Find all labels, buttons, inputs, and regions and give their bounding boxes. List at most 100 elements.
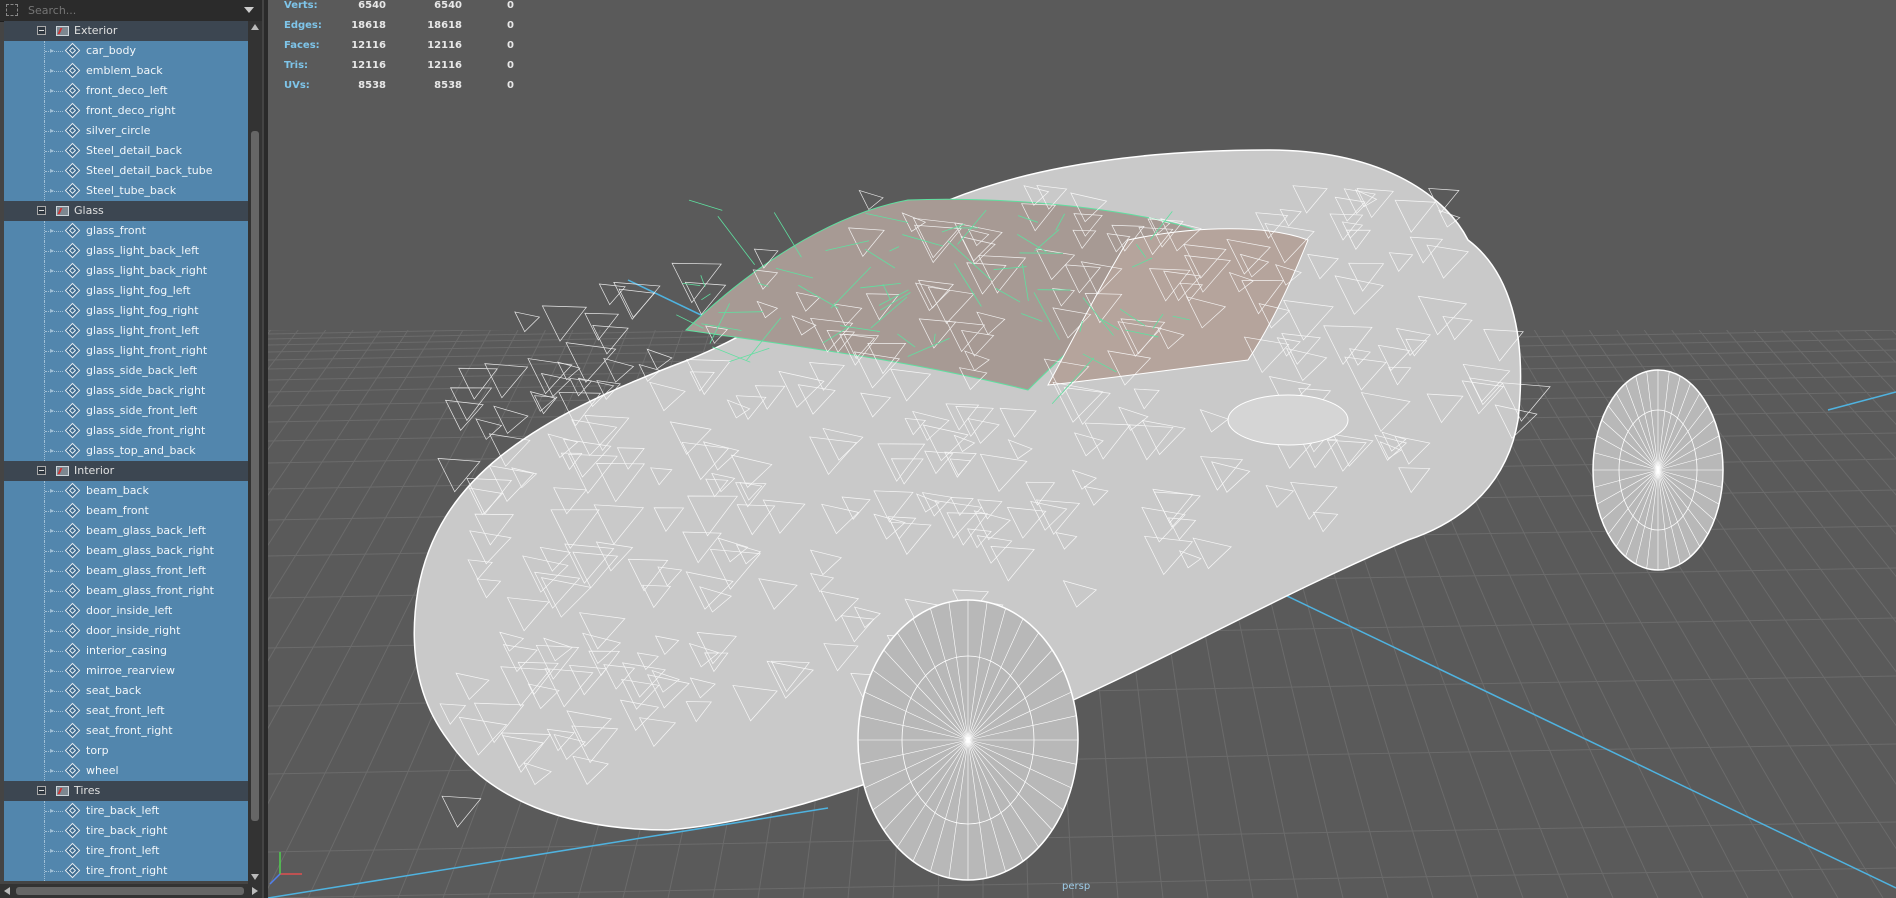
outliner-item[interactable]: ▸ door_inside_right	[4, 621, 248, 641]
expand-arrow-icon[interactable]: ▸	[50, 47, 54, 55]
expand-arrow-icon[interactable]: ▸	[50, 427, 54, 435]
outliner-item[interactable]: ▸ glass_side_front_right	[4, 421, 248, 441]
expand-arrow-icon[interactable]: ▸	[50, 107, 54, 115]
outliner-item[interactable]: ▸ glass_light_front_right	[4, 341, 248, 361]
search-input[interactable]	[28, 2, 228, 18]
collapse-toggle-icon[interactable]	[37, 786, 46, 795]
outliner-item[interactable]: ▸ glass_side_back_right	[4, 381, 248, 401]
outliner-item[interactable]: ▸ car_body	[4, 41, 248, 61]
scroll-up-icon[interactable]	[251, 24, 259, 30]
expand-arrow-icon[interactable]: ▸	[50, 607, 54, 615]
expand-arrow-icon[interactable]: ▸	[50, 687, 54, 695]
expand-arrow-icon[interactable]: ▸	[50, 307, 54, 315]
expand-arrow-icon[interactable]: ▸	[50, 567, 54, 575]
expand-arrow-icon[interactable]: ▸	[50, 67, 54, 75]
expand-arrow-icon[interactable]: ▸	[50, 487, 54, 495]
outliner-item[interactable]: ▸ tire_back_left	[4, 801, 248, 821]
outliner-item[interactable]: ▸ glass_top_and_back	[4, 441, 248, 461]
outliner-item[interactable]: ▸ Steel_detail_back_tube	[4, 161, 248, 181]
expand-arrow-icon[interactable]: ▸	[50, 807, 54, 815]
expand-arrow-icon[interactable]: ▸	[50, 447, 54, 455]
expand-arrow-icon[interactable]: ▸	[50, 527, 54, 535]
expand-arrow-icon[interactable]: ▸	[50, 87, 54, 95]
expand-arrow-icon[interactable]: ▸	[50, 847, 54, 855]
outliner-item[interactable]: ▸ emblem_back	[4, 61, 248, 81]
outliner-item[interactable]: ▸ Steel_tube_back	[4, 181, 248, 201]
expand-arrow-icon[interactable]: ▸	[50, 287, 54, 295]
outliner-item[interactable]: ▸ tire_front_left	[4, 841, 248, 861]
expand-arrow-icon[interactable]: ▸	[50, 647, 54, 655]
outliner-item[interactable]: ▸ glass_light_fog_right	[4, 301, 248, 321]
outliner-item[interactable]: ▸ beam_glass_front_left	[4, 561, 248, 581]
outliner-item[interactable]: ▸ silver_circle	[4, 121, 248, 141]
outliner-item[interactable]: ▸ seat_front_right	[4, 721, 248, 741]
expand-arrow-icon[interactable]: ▸	[50, 827, 54, 835]
scroll-left-icon[interactable]	[4, 887, 10, 895]
outliner-item[interactable]: ▸ mirroe_rearview	[4, 661, 248, 681]
expand-arrow-icon[interactable]: ▸	[50, 267, 54, 275]
outliner-item[interactable]: ▸ glass_front	[4, 221, 248, 241]
expand-arrow-icon[interactable]: ▸	[50, 867, 54, 875]
expand-arrow-icon[interactable]: ▸	[50, 187, 54, 195]
scroll-down-icon[interactable]	[251, 874, 259, 880]
expand-arrow-icon[interactable]: ▸	[50, 347, 54, 355]
outliner-item[interactable]: ▸ glass_light_back_right	[4, 261, 248, 281]
outliner-item[interactable]: ▸ interior_casing	[4, 641, 248, 661]
expand-arrow-icon[interactable]: ▸	[50, 227, 54, 235]
expand-arrow-icon[interactable]: ▸	[50, 367, 54, 375]
expand-arrow-icon[interactable]: ▸	[50, 547, 54, 555]
expand-arrow-icon[interactable]: ▸	[50, 587, 54, 595]
outliner-vertical-scrollbar[interactable]	[248, 21, 262, 884]
outliner-item[interactable]: ▸ seat_front_left	[4, 701, 248, 721]
outliner-item[interactable]: ▸ wheel	[4, 761, 248, 781]
outliner-item[interactable]: ▸ beam_glass_front_right	[4, 581, 248, 601]
expand-arrow-icon[interactable]: ▸	[50, 167, 54, 175]
expand-arrow-icon[interactable]: ▸	[50, 747, 54, 755]
outliner-item[interactable]: ▸ tire_front_right	[4, 861, 248, 881]
outliner-item[interactable]: ▸ front_deco_right	[4, 101, 248, 121]
outliner-item[interactable]: ▸ glass_light_front_left	[4, 321, 248, 341]
outliner-group-glass[interactable]: Glass	[4, 201, 248, 221]
outliner-item[interactable]: ▸ beam_glass_back_right	[4, 541, 248, 561]
scrollbar-thumb-horizontal[interactable]	[16, 887, 244, 895]
expand-arrow-icon[interactable]: ▸	[50, 247, 54, 255]
outliner-item[interactable]: ▸ glass_light_back_left	[4, 241, 248, 261]
collapse-toggle-icon[interactable]	[37, 26, 46, 35]
outliner-item[interactable]: ▸ glass_side_front_left	[4, 401, 248, 421]
outliner-item[interactable]: ▸ beam_glass_back_left	[4, 521, 248, 541]
scrollbar-thumb[interactable]	[251, 131, 259, 821]
expand-arrow-icon[interactable]: ▸	[50, 767, 54, 775]
outliner-horizontal-scrollbar[interactable]	[0, 884, 262, 898]
outliner-item[interactable]: ▸ beam_front	[4, 501, 248, 521]
outliner-item[interactable]: ▸ glass_side_back_left	[4, 361, 248, 381]
outliner-item[interactable]: ▸ seat_back	[4, 681, 248, 701]
outliner-item[interactable]: ▸ tire_back_right	[4, 821, 248, 841]
wheel-rear[interactable]	[1592, 369, 1724, 571]
expand-arrow-icon[interactable]: ▸	[50, 127, 54, 135]
expand-arrow-icon[interactable]: ▸	[50, 707, 54, 715]
expand-arrow-icon[interactable]: ▸	[50, 387, 54, 395]
outliner-group-interior[interactable]: Interior	[4, 461, 248, 481]
expand-arrow-icon[interactable]: ▸	[50, 147, 54, 155]
viewport-scene[interactable]	[268, 0, 1896, 898]
search-dropdown-icon[interactable]	[244, 7, 254, 13]
outliner-item[interactable]: ▸ Steel_detail_back	[4, 141, 248, 161]
scroll-right-icon[interactable]	[252, 887, 258, 895]
expand-arrow-icon[interactable]: ▸	[50, 407, 54, 415]
outliner-item[interactable]: ▸ beam_back	[4, 481, 248, 501]
wheel-front[interactable]	[857, 599, 1079, 881]
expand-arrow-icon[interactable]: ▸	[50, 667, 54, 675]
outliner-item[interactable]: ▸ door_inside_left	[4, 601, 248, 621]
outliner-group-exterior[interactable]: Exterior	[4, 21, 248, 41]
expand-arrow-icon[interactable]: ▸	[50, 327, 54, 335]
outliner-item[interactable]: ▸ glass_light_fog_left	[4, 281, 248, 301]
outliner-item[interactable]: ▸ torp	[4, 741, 248, 761]
collapse-toggle-icon[interactable]	[37, 466, 46, 475]
expand-arrow-icon[interactable]: ▸	[50, 727, 54, 735]
expand-arrow-icon[interactable]: ▸	[50, 627, 54, 635]
outliner-group-tires[interactable]: Tires	[4, 781, 248, 801]
outliner-menu-icon[interactable]	[6, 4, 18, 16]
collapse-toggle-icon[interactable]	[37, 206, 46, 215]
viewport-persp[interactable]: Verts: 6540 6540 0 Edges: 18618 18618 0 Faces: 12…	[268, 0, 1896, 898]
expand-arrow-icon[interactable]: ▸	[50, 507, 54, 515]
